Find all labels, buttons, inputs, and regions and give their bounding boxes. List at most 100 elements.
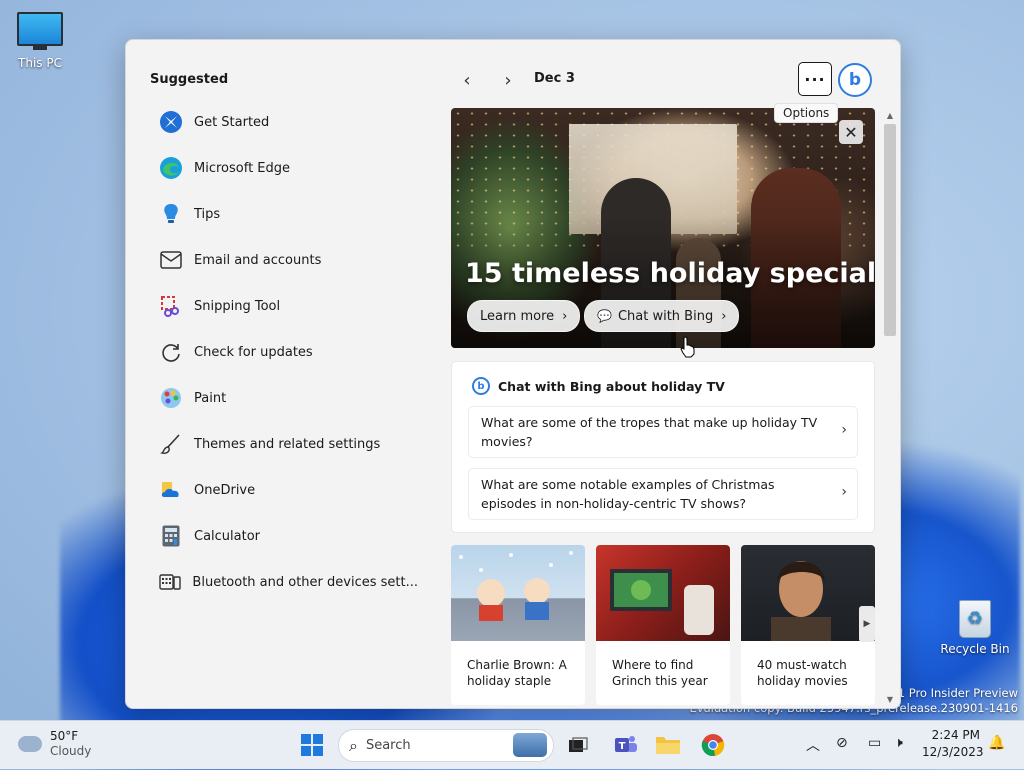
suggested-item-tips[interactable]: Tips: [158, 191, 418, 237]
recycle-bin-desktop-icon[interactable]: ♻ Recycle Bin: [939, 600, 1011, 656]
previous-day-button[interactable]: ‹: [453, 66, 481, 94]
file-explorer-button[interactable]: [652, 729, 684, 761]
chevron-right-icon: ›: [721, 308, 727, 324]
chat-question[interactable]: What are some of the tropes that make up…: [468, 406, 858, 458]
options-tooltip: Options: [774, 103, 839, 123]
clock-date: 12/3/2023: [922, 745, 984, 759]
bing-button[interactable]: b: [838, 63, 872, 97]
chevron-right-icon: ›: [841, 484, 847, 500]
chat-with-bing-label: Chat with Bing: [617, 308, 714, 324]
bing-icon: b: [472, 377, 490, 395]
task-view-button[interactable]: [562, 729, 594, 761]
close-icon: ✕: [844, 122, 858, 142]
brush-icon: [158, 431, 184, 457]
bluetooth-devices-icon: [158, 569, 182, 595]
chat-question-text: What are some of the tropes that make up…: [481, 415, 818, 449]
scrollbar-thumb[interactable]: [884, 124, 896, 336]
suggested-item-themes[interactable]: Themes and related settings: [158, 421, 418, 467]
this-pc-label: This PC: [18, 56, 62, 70]
calculator-icon: [158, 523, 184, 549]
chat-with-bing-button[interactable]: 💬 Chat with Bing ›: [584, 300, 740, 332]
learn-more-label: Learn more: [480, 308, 555, 324]
suggested-list: Get Started Microsoft Edge Tips Email an…: [158, 99, 418, 605]
recycle-bin-icon: ♻: [959, 600, 991, 638]
dismiss-card-button[interactable]: ✕: [839, 120, 863, 144]
suggested-item-bluetooth-devices[interactable]: Bluetooth and other devices sett...: [158, 559, 418, 605]
news-card[interactable]: Where to find Grinch this year: [596, 545, 730, 705]
get-started-icon: [158, 109, 184, 135]
suggested-item-get-started[interactable]: Get Started: [158, 99, 418, 145]
monitor-icon: [17, 12, 63, 50]
suggested-item-label: Check for updates: [194, 344, 313, 360]
news-caption: Where to find Grinch this year: [612, 658, 708, 688]
search-icon: ⌕: [349, 735, 358, 755]
chat-question[interactable]: What are some notable examples of Christ…: [468, 468, 858, 520]
watermark-edition: 11 Pro Insider Preview: [890, 686, 1018, 700]
chevron-left-icon: ‹: [463, 69, 471, 91]
chrome-icon: [701, 734, 725, 757]
news-card[interactable]: Charlie Brown: A holiday staple: [451, 545, 585, 705]
news-image-grinch: [596, 545, 730, 641]
suggested-item-label: Microsoft Edge: [194, 160, 291, 176]
volume-status[interactable]: 🕨: [894, 735, 903, 751]
news-card[interactable]: 40 must-watch holiday movies: [741, 545, 875, 705]
feed-content: 15 timeless holiday specials Learn more …: [451, 108, 875, 708]
weather-widget[interactable]: 50°F Cloudy: [18, 729, 91, 759]
suggested-item-label: Bluetooth and other devices sett...: [192, 574, 418, 590]
suggested-item-snipping-tool[interactable]: Snipping Tool: [158, 283, 418, 329]
recycle-bin-label: Recycle Bin: [940, 642, 1010, 656]
start-button[interactable]: [296, 729, 328, 761]
folder-icon: [656, 737, 680, 754]
display-status[interactable]: ▭: [868, 735, 881, 751]
monitor-icon: ▭: [868, 735, 882, 751]
chrome-button[interactable]: [697, 729, 729, 761]
task-view-icon: [569, 737, 588, 752]
teams-button[interactable]: T: [610, 729, 642, 761]
bell-icon: 🔔: [988, 735, 1006, 751]
suggested-item-onedrive[interactable]: OneDrive: [158, 467, 418, 513]
suggested-item-label: Calculator: [194, 528, 261, 544]
network-status[interactable]: ⊘: [836, 735, 848, 751]
feed-scrollbar[interactable]: ▲ ▼: [884, 110, 896, 706]
search-placeholder: Search: [365, 738, 411, 753]
news-caption: Charlie Brown: A holiday staple: [467, 658, 567, 688]
weather-temperature: 50°F: [50, 729, 79, 743]
suggested-item-paint[interactable]: Paint: [158, 375, 418, 421]
windows-logo-icon: [301, 734, 323, 756]
system-clock[interactable]: 2:24 PM 12/3/2023: [922, 727, 984, 761]
chevron-right-icon: ›: [504, 69, 512, 91]
suggested-item-check-for-updates[interactable]: Check for updates: [158, 329, 418, 375]
suggested-item-microsoft-edge[interactable]: Microsoft Edge: [158, 145, 418, 191]
suggested-item-email-accounts[interactable]: Email and accounts: [158, 237, 418, 283]
chat-question-text: What are some notable examples of Christ…: [481, 477, 775, 511]
bing-chat-card: b Chat with Bing about holiday TV What a…: [451, 361, 875, 533]
chat-bubble-icon: 💬: [597, 309, 612, 323]
scroll-up-icon[interactable]: ▲: [884, 110, 896, 122]
taskbar: 50°F Cloudy ⌕ Search T ︿ ⊘ ▭ 🕨 2:24 PM 1…: [0, 720, 1024, 769]
onedrive-icon: [158, 477, 184, 503]
news-image-holiday-movies: [741, 545, 875, 641]
show-hidden-icons-button[interactable]: ︿: [806, 735, 820, 755]
chevron-right-icon: ›: [562, 308, 568, 324]
tips-icon: [158, 201, 184, 227]
scroll-down-icon[interactable]: ▼: [884, 694, 896, 706]
notifications-button[interactable]: 🔔: [988, 735, 1005, 751]
hero-card[interactable]: 15 timeless holiday specials Learn more …: [451, 108, 875, 348]
options-button[interactable]: ···: [798, 62, 832, 96]
clock-time: 2:24 PM: [931, 728, 980, 742]
feed-date: Dec 3: [534, 71, 575, 86]
learn-more-button[interactable]: Learn more ›: [467, 300, 581, 332]
next-day-button[interactable]: ›: [494, 66, 522, 94]
chevron-up-icon: ︿: [806, 738, 820, 754]
suggested-item-label: Snipping Tool: [194, 298, 281, 314]
taskbar-search-box[interactable]: ⌕ Search: [338, 729, 554, 762]
hero-title: 15 timeless holiday specials: [465, 258, 875, 289]
teams-icon: T: [615, 736, 637, 752]
carousel-next-button[interactable]: ▶: [859, 606, 875, 642]
edge-icon: [158, 155, 184, 181]
chat-card-title: Chat with Bing about holiday TV: [498, 378, 725, 394]
suggested-item-calculator[interactable]: Calculator: [158, 513, 418, 559]
weather-condition: Cloudy: [50, 744, 92, 758]
this-pc-desktop-icon[interactable]: This PC: [4, 12, 76, 70]
volume-muted-icon: 🕨: [894, 735, 903, 751]
